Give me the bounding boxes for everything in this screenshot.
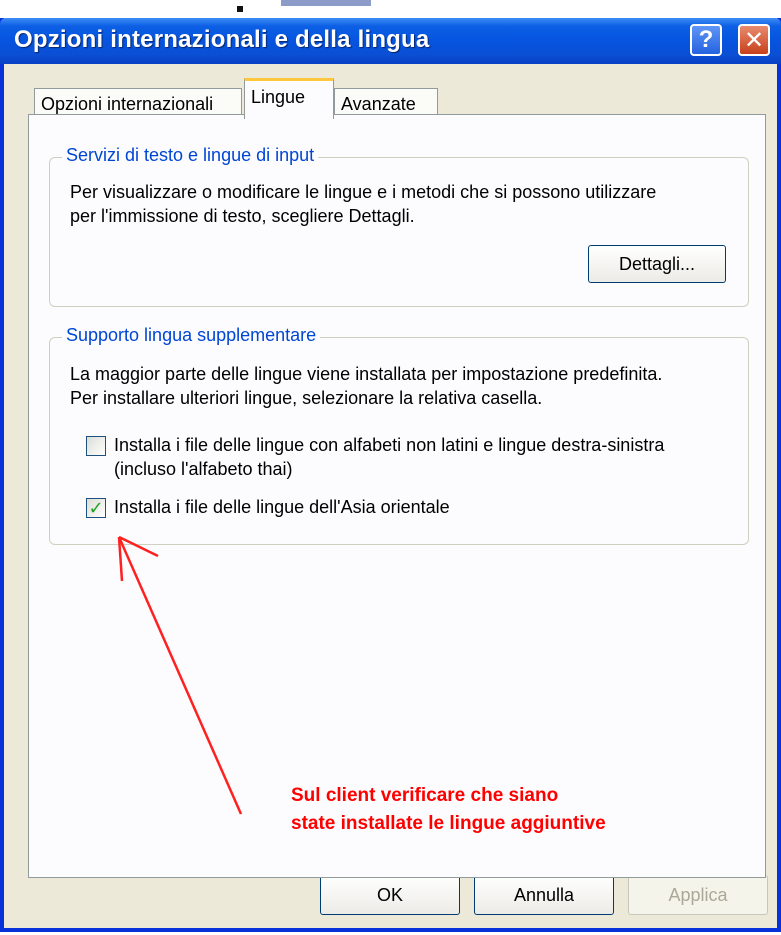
complex-script-checkbox[interactable] <box>86 436 106 456</box>
background-fragment <box>237 6 243 12</box>
group-description-line: Per installare ulteriori lingue, selezio… <box>70 388 543 408</box>
group-legend: Supporto lingua supplementare <box>62 325 321 346</box>
tab-label: Avanzate <box>341 94 416 114</box>
cancel-button[interactable]: Annulla <box>474 875 614 915</box>
help-icon: ? <box>698 26 714 53</box>
checkbox-label[interactable]: Installa i file delle lingue con alfabet… <box>114 433 664 457</box>
group-legend: Servizi di testo e lingue di input <box>62 145 319 166</box>
tab-panel-lingue: Servizi di testo e lingue di input Per v… <box>28 114 766 878</box>
window-title: Opzioni internazionali e della lingua <box>14 26 430 53</box>
dialog-window: Opzioni internazionali e della lingua ? … <box>0 18 781 932</box>
apply-button: Applica <box>628 875 768 915</box>
checkbox-label[interactable]: Installa i file delle lingue dell'Asia o… <box>114 495 450 519</box>
title-bar[interactable]: Opzioni internazionali e della lingua ? … <box>0 18 781 64</box>
annotation-text: Sul client verificare che siano state in… <box>291 782 606 838</box>
east-asian-checkbox[interactable]: ✓ <box>86 498 106 518</box>
group-description-line: Per visualizzare o modificare le lingue … <box>70 182 657 202</box>
annotation-line: state installate le lingue aggiuntive <box>291 813 606 834</box>
ok-button[interactable]: OK <box>320 875 460 915</box>
group-description-line: per l'immissione di testo, scegliere Det… <box>70 206 415 226</box>
details-button[interactable]: Dettagli... <box>588 245 726 283</box>
background-strip <box>0 0 781 20</box>
close-icon: ✕ <box>743 26 765 54</box>
check-icon: ✓ <box>88 498 104 518</box>
tab-label: Lingue <box>251 87 306 107</box>
group-description-line: La maggior parte delle lingue viene inst… <box>70 364 663 384</box>
group-text-services: Servizi di testo e lingue di input Per v… <box>49 145 749 307</box>
background-fragment <box>281 0 371 6</box>
group-supplemental-languages: Supporto lingua supplementare La maggior… <box>49 325 749 545</box>
annotation-line: Sul client verificare che siano <box>291 785 559 806</box>
close-button[interactable]: ✕ <box>738 24 770 56</box>
tab-lingue[interactable]: Lingue <box>244 78 334 119</box>
checkbox-label[interactable]: (incluso l'alfabeto thai) <box>114 457 293 481</box>
help-button[interactable]: ? <box>690 24 722 56</box>
tab-label: Opzioni internazionali <box>41 94 214 114</box>
